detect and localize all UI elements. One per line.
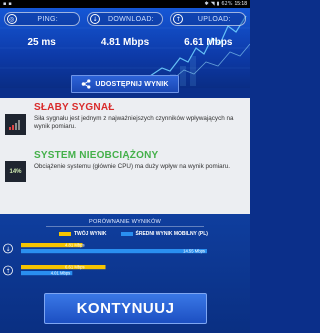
notification-icon: ▪ (3, 1, 7, 7)
download-bar-average (21, 249, 207, 254)
download-arrow-icon: ↓ (5, 246, 10, 253)
download-label-average: 14.55 Mbps (183, 249, 205, 254)
ping-value: 25 ms (27, 37, 56, 48)
notification-icons: ▪ ▪ (3, 0, 12, 8)
download-label-yours: 4.81 Mbps (65, 243, 85, 248)
download-tile: ↓ DOWNLOAD: 4.81 Mbps (83, 9, 166, 67)
clock: 15:18 (234, 1, 247, 7)
ping-header: ◎ PING: (3, 12, 80, 26)
cpu-load-badge: 14% (5, 161, 26, 182)
diagnostics-panel: SŁABY SYGNAŁ Siła sygnału jest jednym z … (0, 98, 250, 214)
download-header: ↓ DOWNLOAD: (86, 12, 163, 26)
upload-header: ↑ UPLOAD: (170, 12, 247, 26)
upload-bar-yours (21, 265, 106, 270)
signal-title: SŁABY SYGNAŁ (34, 102, 115, 113)
upload-tile: ↑ UPLOAD: 6.61 Mbps (167, 9, 250, 67)
system-description: Obciążenie systemu (głównie CPU) ma duży… (34, 163, 230, 170)
upload-label: UPLOAD: (197, 15, 231, 23)
system-row: 14% SYSTEM NIEOBCIĄŻONY Obciążenie syste… (0, 150, 250, 188)
continue-button[interactable]: KONTYNUUJ (44, 293, 207, 324)
upload-value: 6.61 Mbps (184, 37, 233, 48)
upload-label-average: 4.01 Mbps (51, 271, 71, 276)
ping-icon: ◎ (6, 14, 17, 24)
signal-description: Siła sygnału jest jednym z najważniejszy… (34, 115, 234, 130)
battery-icon: ▮ (216, 1, 220, 7)
share-result-label: UDOSTĘPNIJ WYNIK (95, 80, 169, 88)
bluetooth-icon: ✱ (204, 1, 209, 7)
cpu-load-value: 14% (9, 168, 22, 175)
ping-tile: ◎ PING: 25 ms (0, 9, 83, 67)
metrics-row: ◎ PING: 25 ms ↓ DOWNLOAD: 4.81 Mbps ↑ UP… (0, 9, 250, 67)
signal-bars-icon (9, 120, 20, 130)
upload-icon: ↑ (173, 14, 184, 24)
status-bar: ▪ ▪ ✱ ◥ ▮ 62% 15:18 (0, 0, 250, 8)
comparison-section: PORÓWNANIE WYNIKÓW TWÓJ WYNIK ŚREDNI WYN… (0, 214, 250, 333)
signal-row: SŁABY SYGNAŁ Siła sygnału jest jednym z … (0, 102, 250, 140)
upload-arrow-icon: ↑ (5, 268, 10, 275)
system-title: SYSTEM NIEOBCIĄŻONY (34, 150, 159, 161)
wifi-icon: ◥ (210, 1, 215, 7)
battery-percent: 62% (221, 1, 233, 7)
download-label: DOWNLOAD: (108, 15, 154, 23)
download-icon: ↓ (89, 14, 100, 24)
share-icon (82, 79, 91, 89)
ping-label: PING: (37, 15, 58, 23)
notification-icon: ▪ (8, 1, 12, 7)
upload-label-yours: 6.61 Mbps (65, 265, 85, 270)
download-value: 4.81 Mbps (100, 37, 150, 48)
share-result-button[interactable]: UDOSTĘPNIJ WYNIK (71, 75, 179, 93)
signal-badge (5, 114, 26, 135)
